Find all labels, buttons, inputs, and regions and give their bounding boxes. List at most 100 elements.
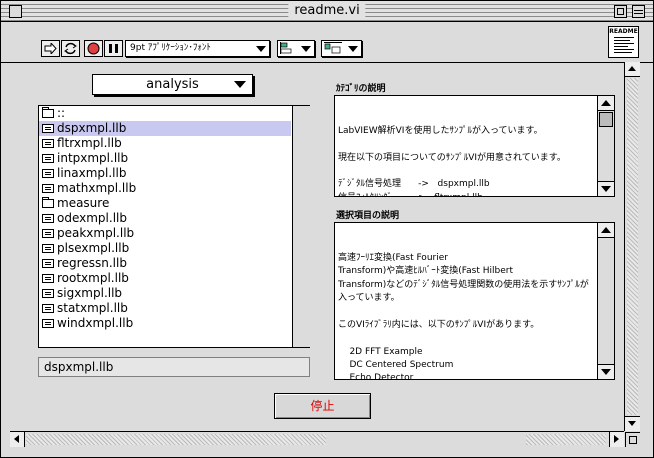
- category-ring[interactable]: analysis: [92, 74, 253, 95]
- list-item[interactable]: regressn.llb: [39, 256, 291, 271]
- category-description-scrollbar[interactable]: [597, 96, 614, 196]
- list-item[interactable]: mathxmpl.llb: [39, 181, 291, 196]
- align-objects-icon: [280, 42, 292, 54]
- list-item[interactable]: sigxmpl.llb: [39, 286, 291, 301]
- align-objects-menu[interactable]: [277, 40, 315, 57]
- list-item-label: regressn.llb: [57, 256, 127, 270]
- list-item[interactable]: measure: [39, 196, 291, 211]
- category-ring-value: analysis: [146, 77, 199, 92]
- file-list: :: dspxmpl.llb fltrxmpl.llb intpxmpl.llb lin…: [39, 106, 291, 331]
- list-item[interactable]: odexmpl.llb: [39, 211, 291, 226]
- library-icon: [42, 154, 54, 163]
- library-icon: [42, 124, 54, 133]
- title-bar[interactable]: readme.vi: [1, 1, 653, 22]
- selected-path-indicator: dspxmpl.llb: [38, 357, 310, 377]
- list-item[interactable]: ::: [39, 106, 291, 121]
- pause-button[interactable]: [104, 40, 123, 57]
- list-item-label: statxmpl.llb: [57, 301, 128, 315]
- selection-description-content: 高速ﾌｰﾘｴ変換(Fast Fourier Transform)や高速ﾋﾙﾊﾞｰ…: [338, 252, 589, 380]
- scroll-thumb[interactable]: [599, 112, 613, 127]
- library-icon: [42, 244, 54, 253]
- library-icon: [42, 229, 54, 238]
- font-menu-label: 9pt ｱﾌﾟﾘｹｰｼｮﾝ･ﾌｫﾝﾄ: [130, 43, 211, 53]
- scroll-track[interactable]: [26, 434, 606, 447]
- font-menu[interactable]: 9pt ｱﾌﾟﾘｹｰｼｮﾝ･ﾌｫﾝﾄ: [125, 40, 270, 57]
- scroll-up-icon[interactable]: [625, 62, 640, 77]
- list-item[interactable]: fltrxmpl.llb: [39, 136, 291, 151]
- run-arrow-icon: [44, 43, 57, 54]
- pause-icon: [109, 44, 118, 53]
- category-description-content: LabVIEW解析VIを使用したｻﾝﾌﾟﾙが入っています。 現在以下の項目につい…: [338, 125, 566, 196]
- zoom-box[interactable]: [614, 5, 627, 18]
- scroll-thumb[interactable]: [326, 434, 526, 447]
- stop-button[interactable]: 停止: [274, 393, 371, 419]
- list-item[interactable]: peakxmpl.llb: [39, 226, 291, 241]
- icon-line: [614, 43, 634, 44]
- window-horizontal-scrollbar[interactable]: [10, 431, 624, 447]
- file-listbox[interactable]: :: dspxmpl.llb fltrxmpl.llb intpxmpl.llb lin…: [38, 105, 310, 348]
- library-icon: [42, 289, 54, 298]
- list-item[interactable]: statxmpl.llb: [39, 301, 291, 316]
- library-icon: [42, 304, 54, 313]
- scroll-right-icon[interactable]: [609, 432, 624, 447]
- list-item[interactable]: plsexmpl.llb: [39, 241, 291, 256]
- selection-description-text[interactable]: 高速ﾌｰﾘｴ変換(Fast Fourier Transform)や高速ﾋﾙﾊﾞｰ…: [334, 222, 615, 380]
- list-item-label: measure: [57, 196, 110, 210]
- chevron-down-icon: [301, 46, 311, 52]
- scroll-up-icon[interactable]: [598, 223, 614, 238]
- list-item-label: linaxmpl.llb: [57, 166, 127, 180]
- category-description-label: ｶﾃｺﾞﾘの説明: [336, 84, 386, 94]
- library-icon: [42, 139, 54, 148]
- library-icon: [42, 169, 54, 178]
- scroll-left-icon[interactable]: [10, 432, 25, 447]
- list-item[interactable]: dspxmpl.llb: [39, 121, 291, 136]
- list-item[interactable]: linaxmpl.llb: [39, 166, 291, 181]
- list-item-label: mathxmpl.llb: [57, 181, 137, 195]
- collapse-box[interactable]: [632, 5, 645, 18]
- run-button[interactable]: [41, 40, 60, 57]
- folder-open-icon: [42, 107, 54, 118]
- scroll-up-icon[interactable]: [598, 96, 614, 111]
- run-continuously-button[interactable]: [61, 40, 80, 57]
- abort-button[interactable]: [84, 40, 103, 57]
- listbox-scrollbar[interactable]: [292, 106, 310, 347]
- list-item-label: fltrxmpl.llb: [57, 136, 122, 150]
- icon-line: [614, 49, 634, 50]
- toolbar: 9pt ｱﾌﾟﾘｹｰｼｮﾝ･ﾌｫﾝﾄ README: [1, 22, 653, 63]
- scroll-down-icon[interactable]: [625, 416, 640, 431]
- list-item-label: intpxmpl.llb: [57, 151, 129, 165]
- scroll-track[interactable]: [627, 78, 638, 415]
- list-item-label: sigxmpl.llb: [57, 286, 123, 300]
- grow-box[interactable]: [625, 432, 640, 447]
- list-item[interactable]: rootxmpl.llb: [39, 271, 291, 286]
- close-box[interactable]: [9, 5, 22, 18]
- stop-sign-icon: [87, 42, 100, 55]
- scroll-down-icon[interactable]: [598, 364, 614, 379]
- chevron-down-icon: [348, 46, 358, 52]
- run-continuously-icon: [64, 42, 77, 55]
- library-icon: [42, 214, 54, 223]
- readme-vi-icon[interactable]: README: [608, 26, 639, 58]
- list-item-label: rootxmpl.llb: [57, 271, 129, 285]
- scroll-down-icon[interactable]: [598, 181, 614, 196]
- list-item[interactable]: windxmpl.llb: [39, 316, 291, 331]
- library-icon: [42, 319, 54, 328]
- icon-line: [614, 52, 632, 53]
- list-item-label: peakxmpl.llb: [57, 226, 135, 240]
- library-icon: [42, 259, 54, 268]
- distribute-objects-menu[interactable]: [321, 40, 362, 57]
- selection-description-label: 選択項目の説明: [336, 211, 400, 221]
- category-description-text[interactable]: LabVIEW解析VIを使用したｻﾝﾌﾟﾙが入っています。 現在以下の項目につい…: [334, 95, 615, 197]
- list-item-label: dspxmpl.llb: [57, 121, 127, 135]
- chevron-down-icon: [256, 46, 266, 52]
- vi-window: readme.vi 9pt ｱﾌﾟﾘｹｰｼｮﾝ･ﾌｫﾝﾄ README anal…: [0, 0, 654, 458]
- icon-line: [614, 40, 630, 41]
- window-vertical-scrollbar[interactable]: [624, 62, 640, 431]
- list-item-label: odexmpl.llb: [57, 211, 127, 225]
- selection-description-scrollbar[interactable]: [597, 223, 614, 379]
- list-item-label: ::: [57, 106, 66, 120]
- list-item-label: plsexmpl.llb: [57, 241, 130, 255]
- list-item-label: windxmpl.llb: [57, 316, 134, 330]
- list-item[interactable]: intpxmpl.llb: [39, 151, 291, 166]
- distribute-objects-icon: [324, 42, 342, 54]
